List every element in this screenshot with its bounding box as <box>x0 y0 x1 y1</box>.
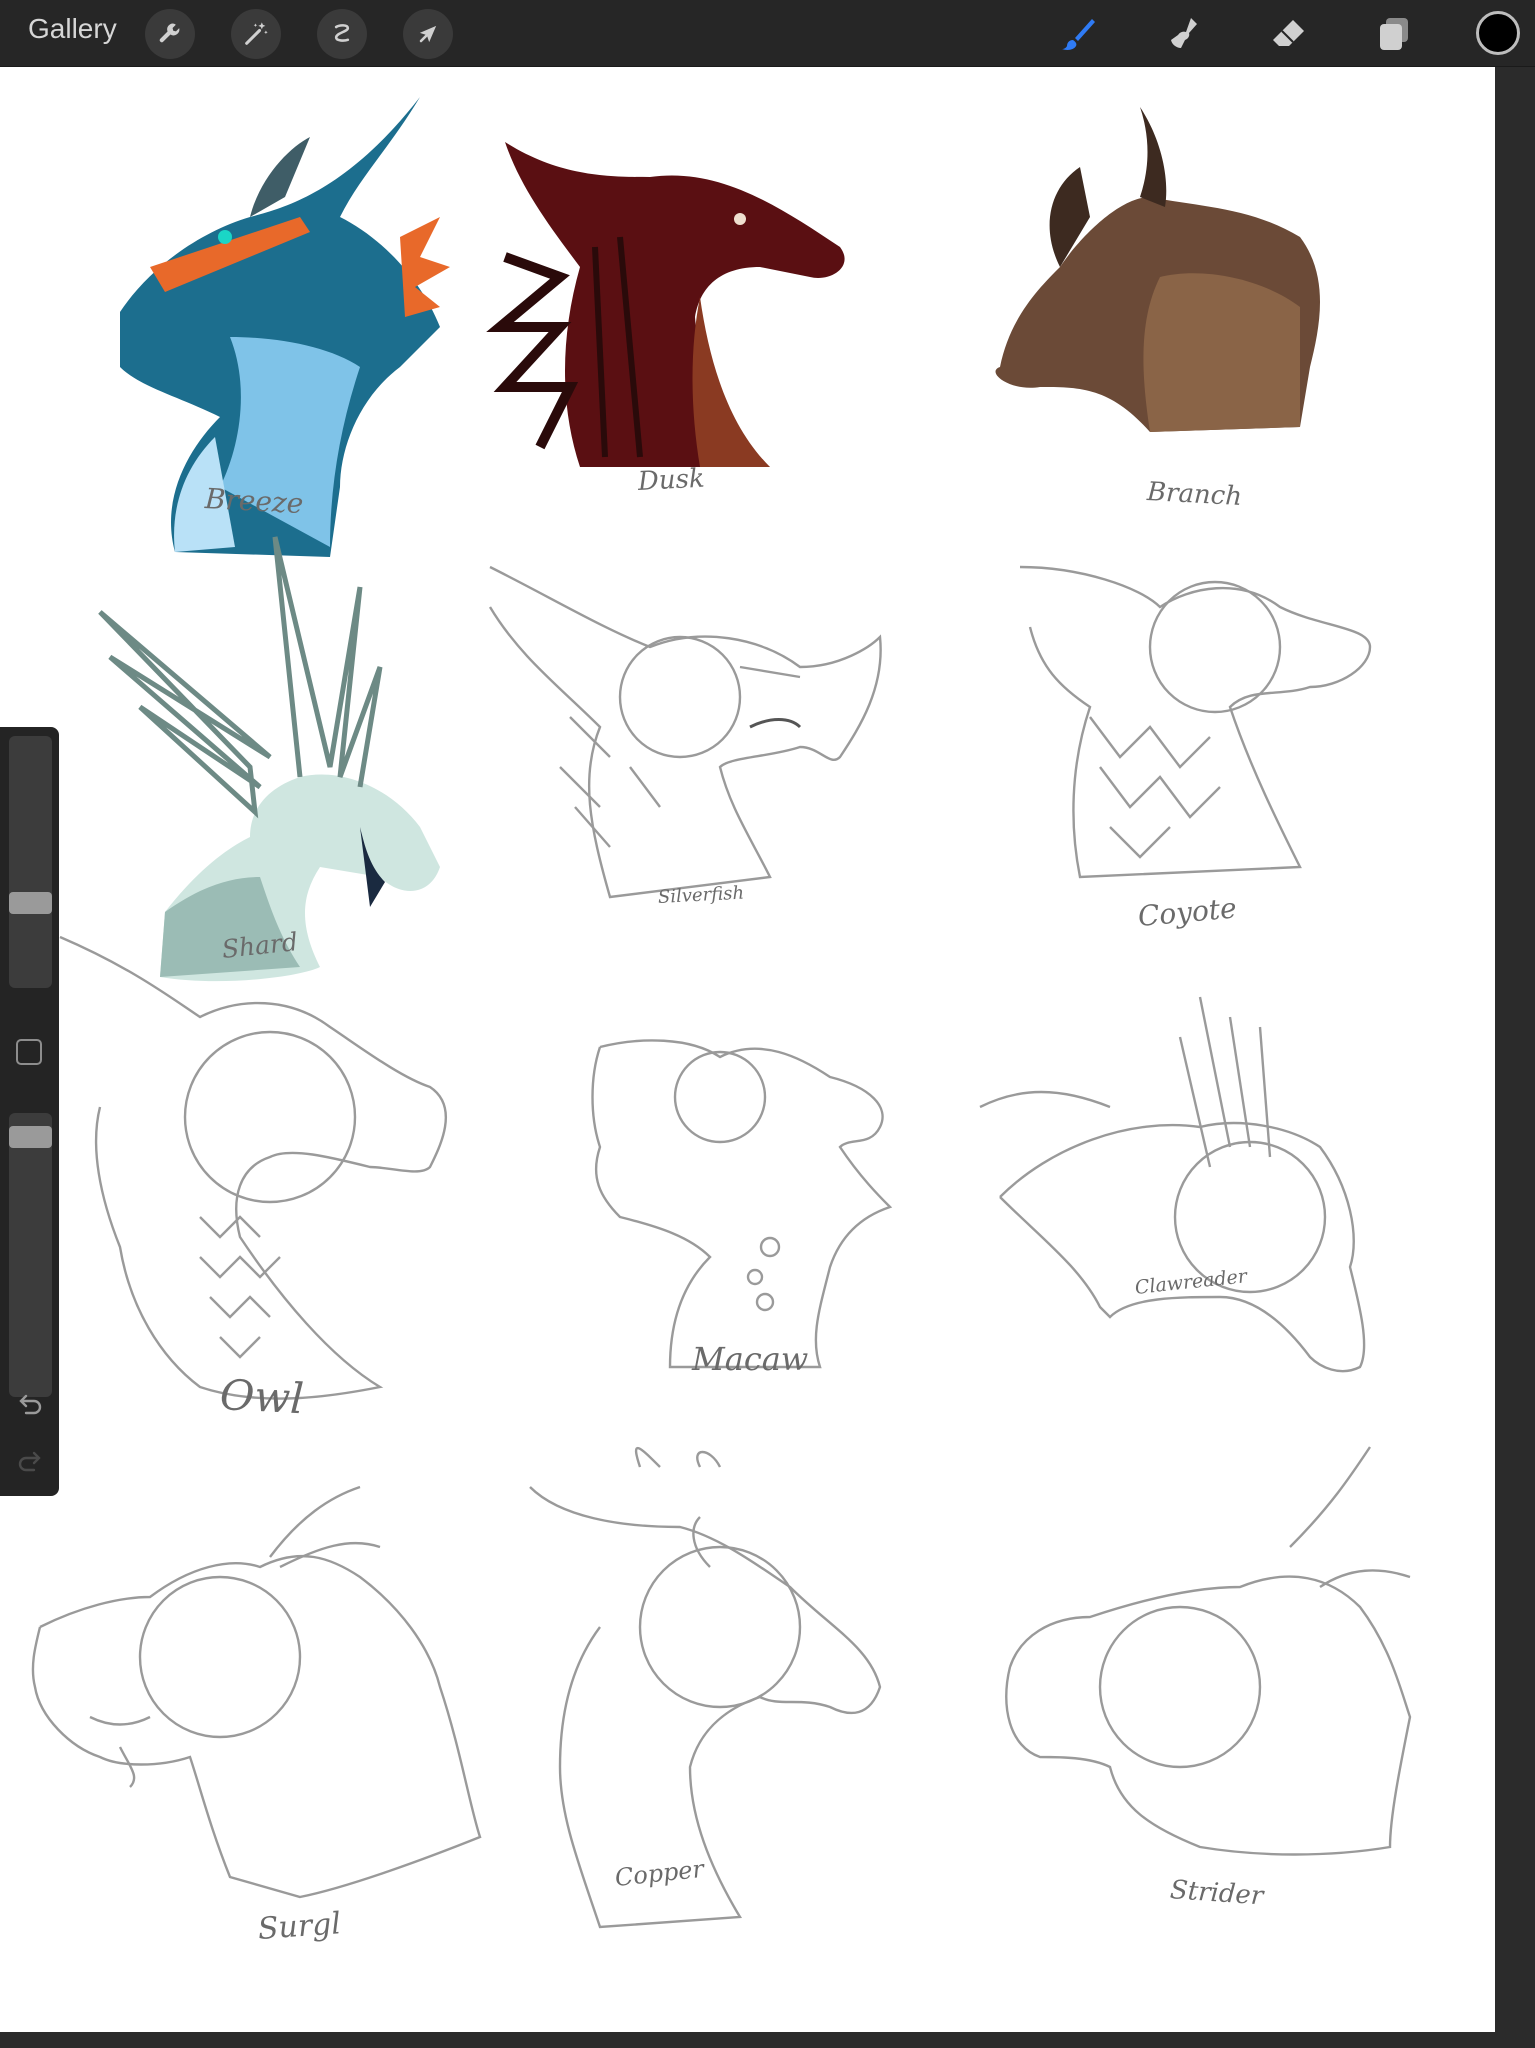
top-toolbar: Gallery <box>0 0 1535 67</box>
dragon-coyote-drawing <box>1019 565 1372 879</box>
dragon-shard-drawing <box>98 536 440 982</box>
dragon-label-silverfish: Silverfish <box>657 882 745 908</box>
selection-button[interactable] <box>317 9 367 59</box>
selection-icon <box>334 24 350 42</box>
transform-button[interactable] <box>403 9 453 59</box>
brush-size-slider-thumb[interactable] <box>9 892 52 915</box>
dragon-strider-drawing <box>1005 1446 1412 1856</box>
wrench-icon <box>159 23 180 43</box>
undo-icon[interactable] <box>14 1389 46 1421</box>
opacity-slider-thumb[interactable] <box>9 1126 52 1149</box>
gallery-button[interactable]: Gallery <box>28 13 117 45</box>
dragon-owl-drawing <box>59 935 447 1400</box>
dragon-label-owl: Owl <box>218 1370 305 1424</box>
drawing-canvas[interactable]: Breeze Dusk Branch Shard Silverfish Coyo… <box>0 67 1495 2032</box>
paint-tool-button[interactable] <box>1055 10 1103 58</box>
brush-size-slider[interactable] <box>9 736 52 988</box>
eraser-icon <box>1273 20 1304 46</box>
layers-icon <box>1380 18 1408 50</box>
color-picker-button[interactable] <box>1476 11 1520 55</box>
dragon-label-macaw: Macaw <box>692 1340 809 1378</box>
dragon-branch-drawing <box>995 107 1320 432</box>
dragon-silverfish-drawing <box>488 565 882 899</box>
dragon-label-dusk: Dusk <box>637 463 706 497</box>
dragon-copper-drawing <box>529 1446 882 1929</box>
dragon-clawreader-drawing <box>979 996 1366 1373</box>
erase-tool-button[interactable] <box>1265 10 1313 58</box>
arrow-cursor-icon <box>419 25 437 43</box>
dragon-artwork <box>31 97 1412 1929</box>
opacity-slider[interactable] <box>9 1113 52 1397</box>
dragon-dusk-drawing <box>486 142 845 467</box>
adjustments-button[interactable] <box>231 9 281 59</box>
left-sidebar <box>0 727 59 1496</box>
magic-wand-icon <box>245 22 268 45</box>
dragon-label-breeze: Breeze <box>204 482 305 521</box>
dragon-surgl-drawing <box>31 1485 482 1899</box>
bottom-edge <box>0 2032 1535 2048</box>
actions-button[interactable] <box>145 9 195 59</box>
smudge-icon <box>1171 18 1197 48</box>
brush-icon <box>1062 19 1095 50</box>
modify-button[interactable] <box>16 1039 42 1065</box>
dragon-macaw-drawing <box>591 1039 893 1369</box>
dragon-label-surgl: Surgl <box>256 1906 343 1947</box>
smudge-tool-button[interactable] <box>1160 10 1208 58</box>
layers-button[interactable] <box>1370 10 1418 58</box>
redo-icon[interactable] <box>14 1446 46 1478</box>
dragon-label-branch: Branch <box>1146 477 1243 512</box>
dragon-label-strider: Strider <box>1168 1875 1265 1912</box>
